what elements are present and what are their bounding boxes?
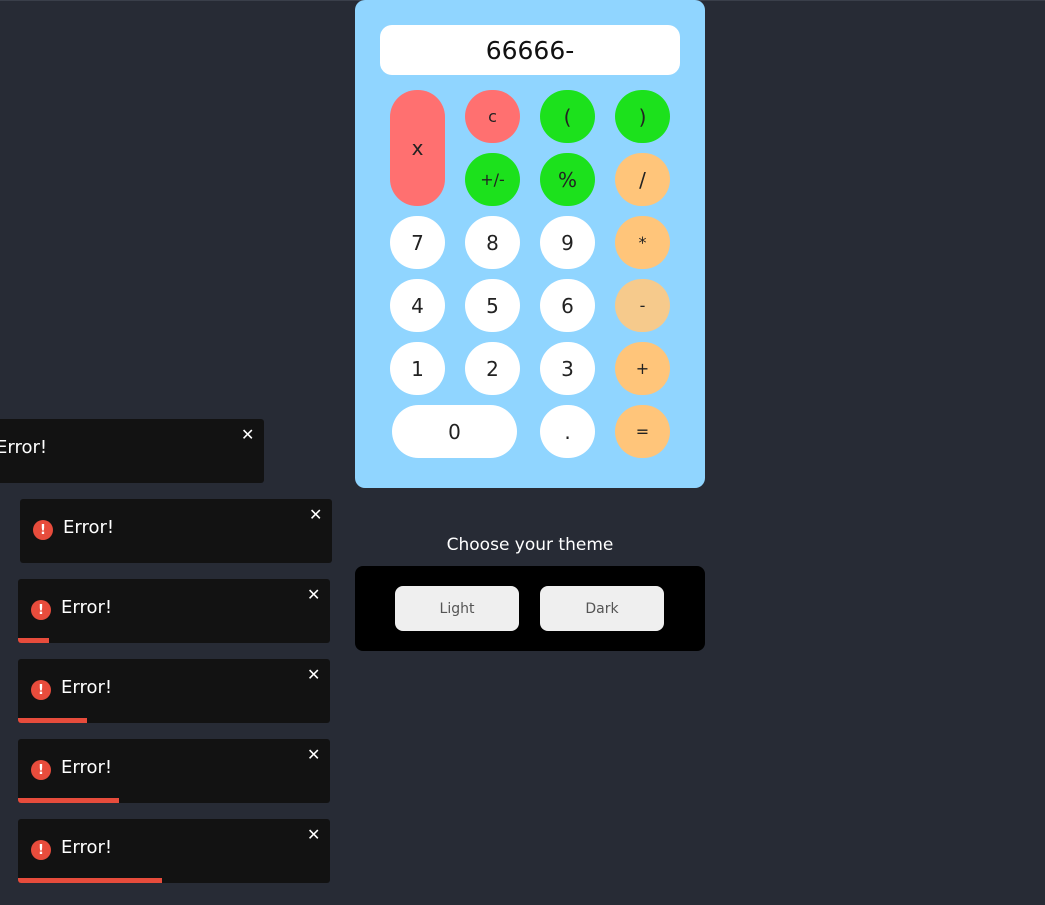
error-icon: ! <box>31 600 51 620</box>
digit-0-button[interactable]: 0 <box>392 405 517 458</box>
calculator-display: 66666- <box>380 25 680 75</box>
error-icon: ! <box>31 680 51 700</box>
close-icon[interactable]: ✕ <box>241 425 254 444</box>
clear-all-button[interactable]: x <box>390 90 445 206</box>
error-toast: ! Error! ✕ <box>18 739 330 803</box>
digit-3-button[interactable]: 3 <box>540 342 595 395</box>
close-paren-button[interactable]: ) <box>615 90 670 143</box>
close-icon[interactable]: ✕ <box>307 665 320 684</box>
close-icon[interactable]: ✕ <box>309 505 322 524</box>
toast-progress-bar <box>18 798 120 803</box>
close-icon[interactable]: ✕ <box>307 745 320 764</box>
theme-panel: Light Dark <box>355 566 705 651</box>
error-icon: ! <box>33 520 53 540</box>
error-icon: ! <box>31 760 51 780</box>
divide-button[interactable]: / <box>615 153 670 206</box>
digit-4-button[interactable]: 4 <box>390 279 445 332</box>
clear-button[interactable]: c <box>465 90 520 143</box>
error-toast: ! Error! ✕ <box>18 819 330 883</box>
error-toast: ! Error! ✕ <box>18 659 330 723</box>
add-button[interactable]: + <box>615 342 670 395</box>
close-icon[interactable]: ✕ <box>307 585 320 604</box>
digit-2-button[interactable]: 2 <box>465 342 520 395</box>
equals-button[interactable]: = <box>615 405 670 458</box>
error-toast: ! Error! ✕ <box>20 499 332 563</box>
toast-progress-bar <box>18 718 87 723</box>
decimal-button[interactable]: . <box>540 405 595 458</box>
multiply-button[interactable]: * <box>615 216 670 269</box>
toggle-sign-button[interactable]: +/- <box>465 153 520 206</box>
toast-message: Error! <box>61 837 113 858</box>
error-toast: ! Error! ✕ <box>18 579 330 643</box>
digit-7-button[interactable]: 7 <box>390 216 445 269</box>
toast-progress-bar <box>18 878 162 883</box>
digit-6-button[interactable]: 6 <box>540 279 595 332</box>
percent-button[interactable]: % <box>540 153 595 206</box>
toast-message: Error! <box>61 757 113 778</box>
digit-9-button[interactable]: 9 <box>540 216 595 269</box>
theme-title: Choose your theme <box>446 535 614 555</box>
toast-progress-bar <box>18 638 50 643</box>
toast-message: Error! <box>0 437 48 458</box>
error-icon: ! <box>31 840 51 860</box>
digit-5-button[interactable]: 5 <box>465 279 520 332</box>
error-toast: Error! ✕ <box>0 419 264 483</box>
digit-8-button[interactable]: 8 <box>465 216 520 269</box>
close-icon[interactable]: ✕ <box>307 825 320 844</box>
dark-theme-button[interactable]: Dark <box>540 586 664 631</box>
toast-message: Error! <box>61 597 113 618</box>
toast-message: Error! <box>63 517 115 538</box>
calculator: 66666- x c ( ) +/- % / 7 8 9 * 4 5 6 - 1… <box>355 0 705 488</box>
toast-message: Error! <box>61 677 113 698</box>
digit-1-button[interactable]: 1 <box>390 342 445 395</box>
subtract-button[interactable]: - <box>615 279 670 332</box>
light-theme-button[interactable]: Light <box>395 586 519 631</box>
open-paren-button[interactable]: ( <box>540 90 595 143</box>
